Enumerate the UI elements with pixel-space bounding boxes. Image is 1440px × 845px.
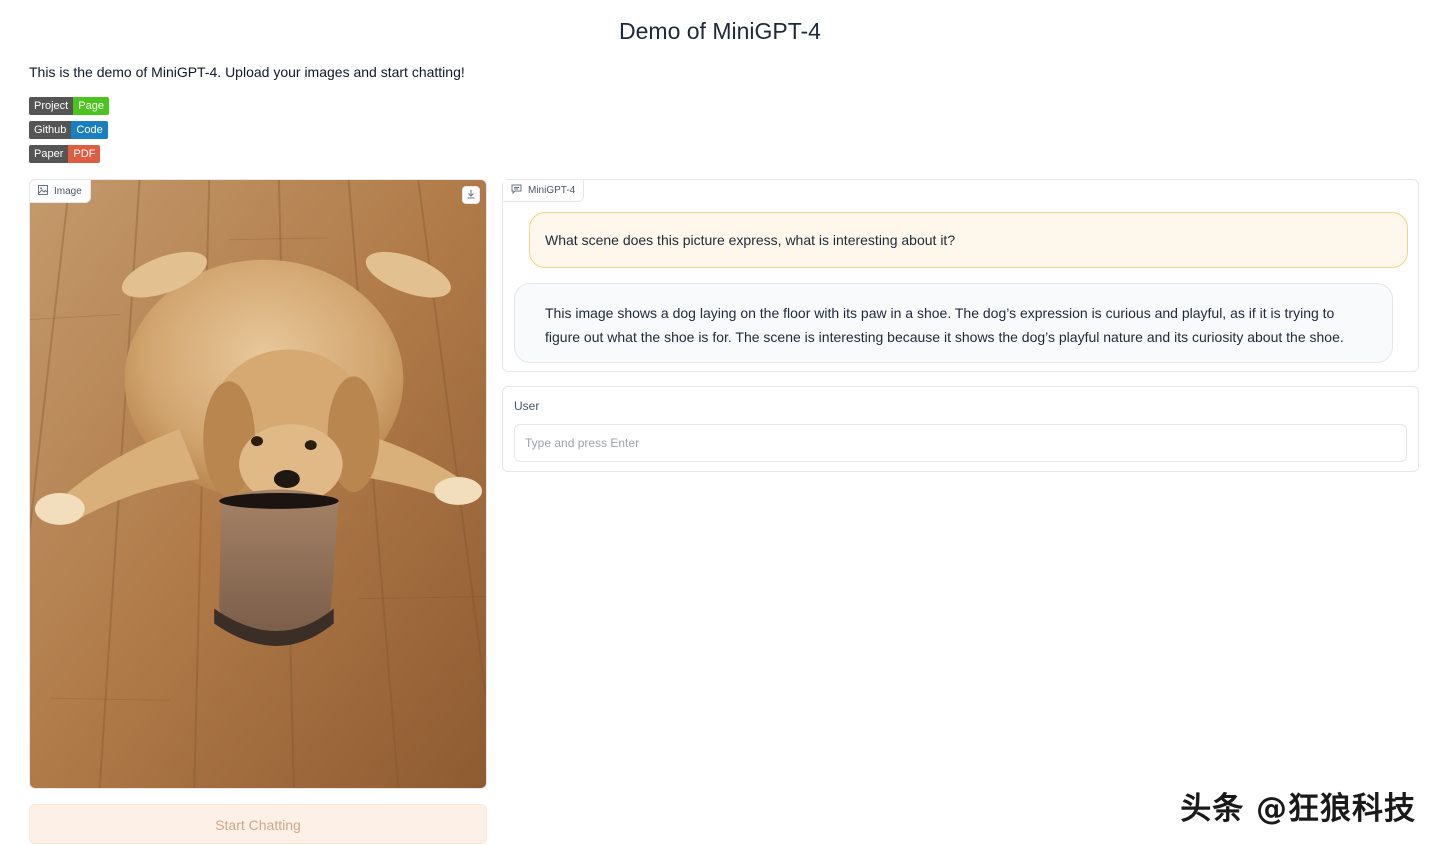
chat-icon	[511, 184, 522, 197]
chatbot-panel-label: MiniGPT-4	[503, 180, 585, 202]
chatbot-panel: MiniGPT-4 What scene does this picture e…	[502, 179, 1419, 372]
watermark: 头条 @狂狼科技	[1180, 791, 1416, 827]
user-message: What scene does this picture express, wh…	[529, 212, 1408, 268]
page-title: Demo of MiniGPT-4	[619, 18, 821, 44]
dog-photo	[30, 180, 486, 788]
intro-text: This is the demo of MiniGPT-4. Upload yo…	[29, 64, 465, 80]
download-icon	[466, 186, 476, 204]
badge-left-label: Github	[29, 121, 72, 139]
badge-left-label: Paper	[29, 145, 69, 163]
download-button[interactable]	[462, 186, 480, 204]
user-message-input[interactable]	[514, 424, 1407, 462]
github-code-badge[interactable]: Github Code	[29, 121, 108, 139]
bot-message: This image shows a dog laying on the flo…	[514, 283, 1393, 363]
start-chatting-button[interactable]: Start Chatting	[29, 804, 487, 844]
badge-right-label: Page	[73, 97, 109, 115]
image-icon	[38, 184, 48, 198]
badge-right-label: PDF	[68, 145, 101, 163]
project-page-badge[interactable]: Project Page	[29, 97, 109, 115]
image-label-text: Image	[54, 185, 82, 197]
paper-pdf-badge[interactable]: Paper PDF	[29, 145, 101, 163]
user-input-label: User	[514, 399, 540, 413]
badge-right-label: Code	[71, 121, 108, 139]
image-panel-label: Image	[30, 180, 91, 203]
image-upload-panel[interactable]: Image	[29, 179, 487, 789]
badge-left-label: Project	[29, 97, 74, 115]
user-input-panel: User	[502, 386, 1419, 472]
chatbot-label-text: MiniGPT-4	[528, 185, 576, 196]
